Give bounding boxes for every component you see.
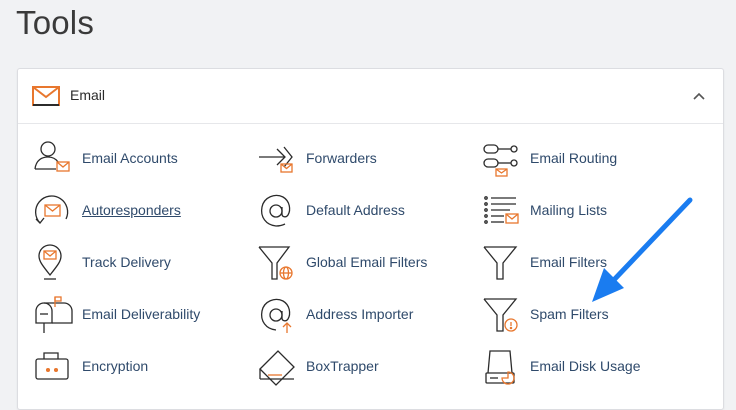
address-importer-icon bbox=[260, 298, 292, 333]
tool-label[interactable]: Email Routing bbox=[530, 150, 617, 166]
email-accounts-icon bbox=[34, 141, 70, 172]
tool-email-filters[interactable]: Email Filters bbox=[480, 241, 700, 285]
spam-filters-icon bbox=[483, 298, 518, 332]
tool-track-delivery[interactable]: Track Delivery bbox=[32, 241, 252, 285]
tool-mailing-lists[interactable]: Mailing Lists bbox=[480, 189, 700, 233]
tool-label[interactable]: Track Delivery bbox=[82, 254, 171, 270]
tool-label[interactable]: Encryption bbox=[82, 358, 148, 374]
tool-address-importer[interactable]: Address Importer bbox=[256, 293, 476, 337]
page-title: Tools bbox=[16, 4, 95, 41]
email-panel-header[interactable]: Email bbox=[18, 69, 723, 124]
tool-label[interactable]: Email Filters bbox=[530, 254, 607, 270]
tool-label[interactable]: Email Accounts bbox=[82, 150, 178, 166]
email-routing-icon bbox=[483, 144, 518, 177]
tool-spam-filters[interactable]: Spam Filters bbox=[480, 293, 700, 337]
email-disk-usage-icon bbox=[485, 350, 515, 385]
tool-label[interactable]: Forwarders bbox=[306, 150, 377, 166]
tool-email-accounts[interactable]: Email Accounts bbox=[32, 137, 252, 181]
global-email-filters-icon bbox=[258, 246, 293, 280]
encryption-icon bbox=[35, 352, 69, 380]
email-deliverability-icon bbox=[35, 296, 73, 333]
email-panel: Email Email Accounts Forwarders Email Ro… bbox=[17, 68, 724, 410]
tool-label[interactable]: Default Address bbox=[306, 202, 405, 218]
email-panel-title: Email bbox=[70, 87, 106, 103]
email-filters-icon bbox=[483, 246, 518, 280]
default-address-icon bbox=[260, 194, 291, 227]
tool-email-deliverability[interactable]: Email Deliverability bbox=[32, 293, 252, 337]
forwarders-icon bbox=[259, 146, 293, 173]
track-delivery-icon bbox=[38, 244, 62, 280]
tool-label[interactable]: Mailing Lists bbox=[530, 202, 607, 218]
tool-label[interactable]: Autoresponders bbox=[82, 202, 181, 218]
tool-default-address[interactable]: Default Address bbox=[256, 189, 476, 233]
tool-encryption[interactable]: Encryption bbox=[32, 345, 252, 389]
tool-global-email-filters[interactable]: Global Email Filters bbox=[256, 241, 476, 285]
tool-label[interactable]: Spam Filters bbox=[530, 306, 609, 322]
tool-email-routing[interactable]: Email Routing bbox=[480, 137, 700, 181]
autoresponders-icon bbox=[35, 195, 69, 224]
mailing-lists-icon bbox=[484, 196, 519, 224]
tool-email-disk-usage[interactable]: Email Disk Usage bbox=[480, 345, 700, 389]
tool-label[interactable]: Email Disk Usage bbox=[530, 358, 640, 374]
tool-label[interactable]: BoxTrapper bbox=[306, 358, 379, 374]
tool-boxtrapper[interactable]: BoxTrapper bbox=[256, 345, 476, 389]
chevron-up-icon[interactable] bbox=[691, 89, 707, 103]
tool-autoresponders[interactable]: Autoresponders bbox=[32, 189, 252, 233]
tool-label[interactable]: Global Email Filters bbox=[306, 254, 427, 270]
boxtrapper-icon bbox=[259, 350, 295, 386]
tool-label[interactable]: Address Importer bbox=[306, 306, 413, 322]
envelope-icon bbox=[32, 86, 60, 106]
tool-forwarders[interactable]: Forwarders bbox=[256, 137, 476, 181]
tool-label[interactable]: Email Deliverability bbox=[82, 306, 200, 322]
